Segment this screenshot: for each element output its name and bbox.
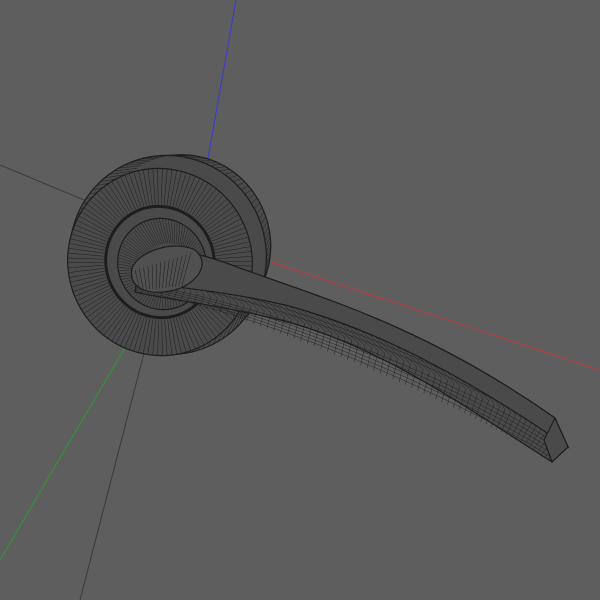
scene-canvas[interactable] xyxy=(0,0,600,600)
wire-edge xyxy=(346,348,358,354)
wire-edge xyxy=(344,354,357,361)
wire-edge xyxy=(423,388,434,395)
wire-edge xyxy=(391,370,403,377)
wire-edge xyxy=(367,364,380,370)
wire-edge xyxy=(357,353,370,359)
wire-edge xyxy=(433,393,445,400)
wire-edge xyxy=(369,357,381,363)
wire-edge xyxy=(345,351,358,357)
wire-edge xyxy=(379,365,392,372)
wire-edge xyxy=(444,398,455,405)
wire-edge xyxy=(402,375,414,381)
wire-edge xyxy=(379,369,391,375)
grid-line-down xyxy=(79,329,151,600)
door-handle-model[interactable] xyxy=(37,123,570,464)
3d-viewport[interactable] xyxy=(0,0,600,600)
wire-edge xyxy=(401,379,413,385)
wire-edge xyxy=(357,356,369,362)
wire-edge xyxy=(412,384,424,390)
wire-edge xyxy=(334,344,347,349)
wire-edge xyxy=(368,361,381,367)
z-axis-line xyxy=(204,0,237,176)
wire-edge xyxy=(390,374,402,380)
wire-edge xyxy=(356,359,368,365)
lever-arm xyxy=(134,251,570,464)
